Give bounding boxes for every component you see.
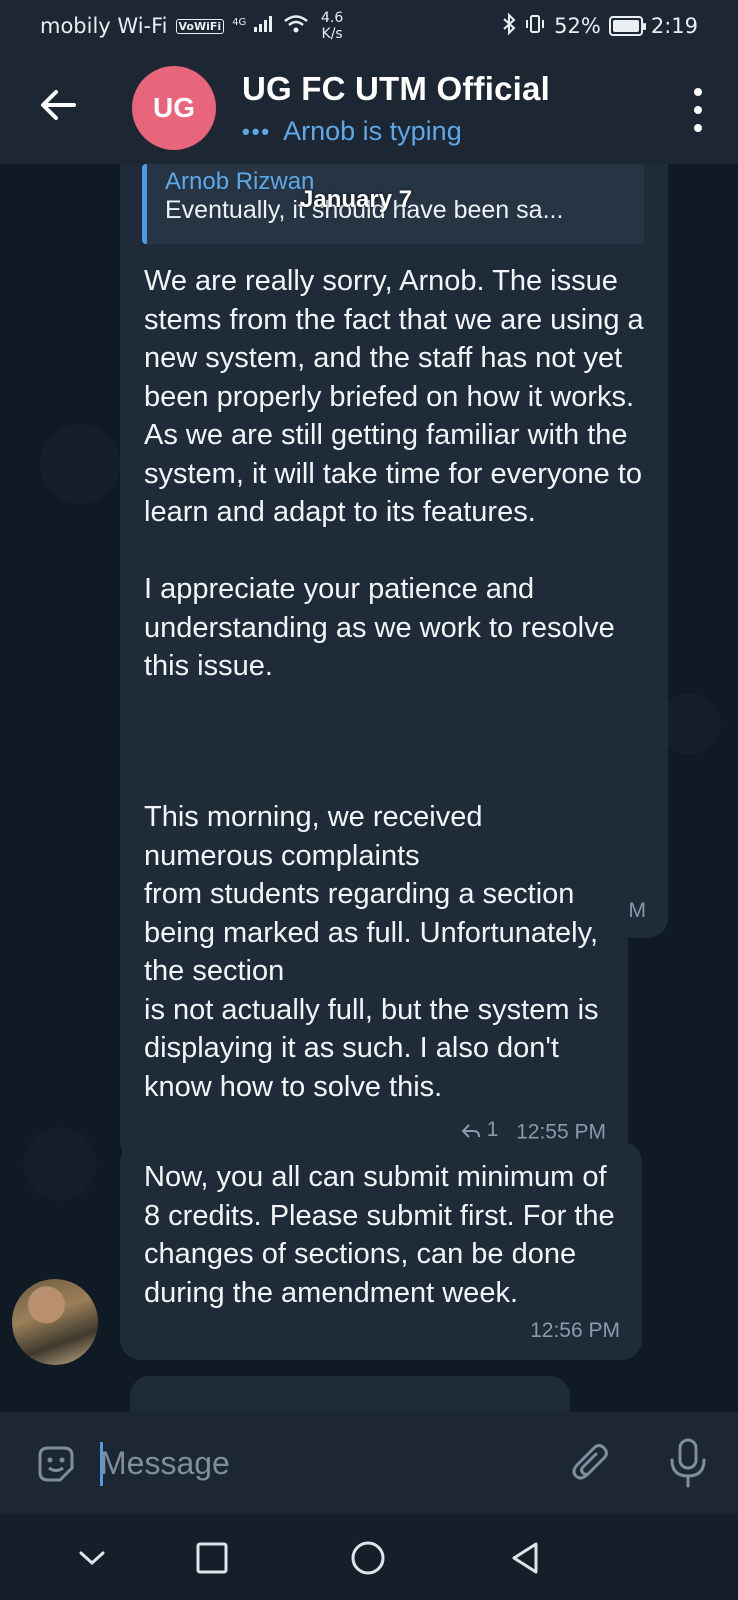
typing-text: Arnob is typing	[283, 116, 462, 146]
bluetooth-icon	[502, 12, 516, 40]
speed-unit: K/s	[321, 26, 343, 42]
more-options-button[interactable]	[686, 88, 710, 132]
message-bubble[interactable]: This morning, we received numerous compl…	[120, 782, 628, 1162]
vibrate-icon	[524, 13, 546, 40]
chevron-down-icon	[79, 1551, 105, 1566]
back-button[interactable]	[36, 82, 82, 128]
typing-dots-icon: •••	[242, 118, 272, 144]
back-arrow-icon	[41, 90, 76, 120]
message-input[interactable]	[100, 1434, 540, 1492]
avatar-initials: UG	[153, 92, 195, 123]
microphone-icon	[670, 1438, 706, 1488]
message-text: We are really sorry, Arnob. The issue st…	[144, 265, 644, 682]
sender-avatar[interactable]	[12, 1279, 98, 1365]
triangle-back-icon	[512, 1542, 538, 1574]
message-bubble[interactable]: Now, you all can submit minimum of 8 cre…	[120, 1142, 642, 1360]
message-time: 12:55 PM	[516, 1120, 606, 1144]
square-icon	[196, 1542, 228, 1574]
reply-arrow-icon	[461, 1123, 480, 1138]
wifi-icon	[283, 14, 309, 39]
status-right: 52% 2:19	[502, 12, 698, 40]
menu-dot-icon	[694, 106, 702, 114]
status-left: mobily Wi-Fi VoWiFi 4G 4.6 K/s	[40, 10, 343, 42]
recents-button[interactable]	[190, 1536, 234, 1580]
clock: 2:19	[650, 14, 698, 38]
system-navigation-bar	[0, 1514, 738, 1600]
hide-keyboard-button[interactable]	[70, 1536, 114, 1580]
battery-percent: 52%	[554, 14, 601, 38]
message-bubble-partial	[130, 1376, 570, 1412]
home-button[interactable]	[346, 1536, 390, 1580]
chat-area[interactable]: We are really sorry, Arnob. The issue st…	[0, 164, 738, 1412]
battery-icon	[608, 16, 646, 36]
menu-dot-icon	[694, 124, 702, 132]
attach-button[interactable]	[568, 1440, 614, 1486]
typing-status: ••• Arnob is typing	[242, 116, 462, 147]
message-text: This morning, we received numerous compl…	[144, 801, 599, 1103]
speed-value: 4.6	[321, 10, 344, 26]
voice-message-button[interactable]	[666, 1436, 710, 1490]
status-bar: mobily Wi-Fi VoWiFi 4G 4.6 K/s 52% 2:19	[0, 0, 738, 52]
network-type: 4G	[232, 17, 247, 28]
vowifi-badge: VoWiFi	[175, 18, 225, 34]
group-avatar[interactable]: UG	[132, 66, 216, 150]
signal-icon: 4G	[232, 14, 275, 38]
menu-dot-icon	[694, 88, 702, 96]
paperclip-icon	[572, 1444, 608, 1480]
chat-header: UG UG FC UTM Official ••• Arnob is typin…	[0, 52, 738, 164]
chat-title[interactable]: UG FC UTM Official	[242, 70, 550, 108]
sticker-icon	[38, 1446, 74, 1482]
message-text: Now, you all can submit minimum of 8 cre…	[144, 1161, 623, 1309]
message-composer	[0, 1412, 738, 1514]
back-nav-button[interactable]	[504, 1536, 548, 1580]
message-time: 12:56 PM	[530, 1318, 620, 1342]
carrier-name: mobily Wi-Fi	[40, 14, 168, 38]
circle-icon	[351, 1541, 385, 1575]
network-speed: 4.6 K/s	[321, 10, 343, 42]
date-separator: January 7	[300, 186, 413, 213]
emoji-button[interactable]	[34, 1442, 78, 1486]
